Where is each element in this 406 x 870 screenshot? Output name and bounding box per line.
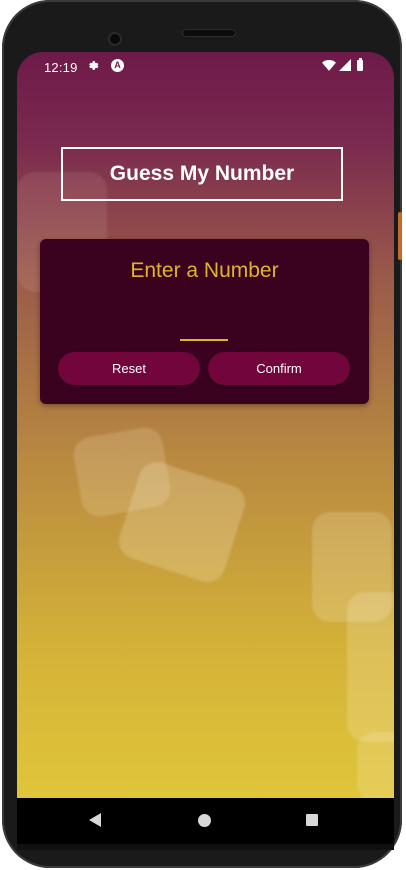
wifi-icon xyxy=(322,59,336,74)
navigation-bar xyxy=(17,798,394,844)
reset-button[interactable]: Reset xyxy=(58,352,200,385)
app-screen: 12:19 A Guess My Number Enter a Number R… xyxy=(17,52,394,798)
cell-signal-icon xyxy=(339,59,351,74)
background-dice-image xyxy=(357,732,394,798)
background-dice-image xyxy=(347,592,394,742)
home-circle-icon[interactable] xyxy=(198,814,211,827)
battery-icon xyxy=(357,58,363,71)
phone-chin xyxy=(17,844,394,850)
number-input-card: Enter a Number Reset Confirm xyxy=(40,239,369,404)
status-bar: 12:19 A xyxy=(17,52,394,82)
android-a-icon: A xyxy=(111,59,124,72)
number-input[interactable] xyxy=(180,307,228,341)
gear-icon xyxy=(87,59,100,75)
title-box: Guess My Number xyxy=(61,147,343,201)
recents-square-icon[interactable] xyxy=(306,814,318,826)
phone-frame: 12:19 A Guess My Number Enter a Number R… xyxy=(2,0,402,868)
input-instruction-text: Enter a Number xyxy=(130,259,279,282)
status-time: 12:19 xyxy=(44,60,78,75)
page-title: Guess My Number xyxy=(109,162,295,185)
back-triangle-icon[interactable] xyxy=(89,813,101,827)
confirm-button[interactable]: Confirm xyxy=(208,352,350,385)
front-camera xyxy=(110,34,120,44)
earpiece-speaker xyxy=(183,30,235,36)
side-power-button[interactable] xyxy=(398,212,402,260)
